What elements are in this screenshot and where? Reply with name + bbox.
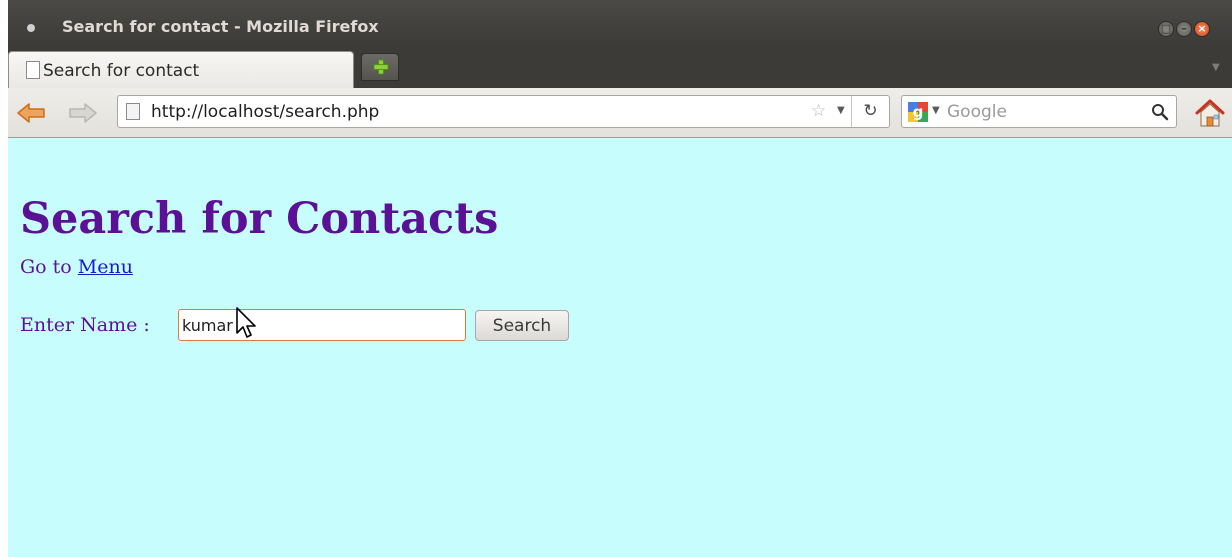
close-button[interactable]: × (1194, 21, 1210, 37)
minimize-button[interactable]: – (1176, 21, 1192, 37)
close-icon: × (1197, 22, 1207, 35)
enter-name-label: Enter Name : (20, 314, 150, 336)
url-history-dropdown-icon[interactable]: ▼ (837, 105, 845, 116)
back-arrow-icon[interactable] (16, 102, 46, 124)
goto-line: Go to Menu (20, 256, 133, 278)
home-icon[interactable] (1194, 98, 1226, 128)
menu-link[interactable]: Menu (78, 256, 133, 278)
svg-text:g: g (913, 103, 924, 121)
maximize-icon: □ (1160, 22, 1172, 35)
page-content: Search for Contacts Go to Menu Enter Nam… (8, 138, 1232, 557)
url-text[interactable]: http://localhost/search.php (151, 102, 379, 122)
window-title: Search for contact - Mozilla Firefox (62, 17, 379, 36)
tab-label: Search for contact (43, 61, 200, 81)
name-input[interactable] (178, 309, 466, 341)
forward-arrow-icon[interactable] (68, 102, 98, 124)
magnifier-icon[interactable] (1151, 103, 1169, 121)
tab-list-arrow-icon[interactable]: ▼ (1212, 62, 1220, 73)
plus-icon (373, 59, 389, 75)
bookmark-star-icon[interactable]: ☆ (811, 101, 826, 121)
search-bar[interactable]: g ▼ Google (901, 95, 1177, 128)
maximize-button[interactable]: □ (1158, 21, 1174, 37)
url-bar[interactable]: http://localhost/search.php ☆ ▼ ↻ (117, 95, 890, 128)
tab-strip: Search for contact ▼ (8, 46, 1232, 88)
reload-icon[interactable]: ↻ (851, 96, 889, 127)
title-bar: Search for contact - Mozilla Firefox □ –… (8, 0, 1232, 46)
navigation-bar: http://localhost/search.php ☆ ▼ ↻ g ▼ Go… (8, 88, 1232, 138)
new-tab-button[interactable] (361, 53, 399, 81)
google-icon[interactable]: g (908, 102, 928, 122)
page-icon (126, 103, 140, 120)
mouse-cursor-icon (236, 307, 256, 338)
search-form: Enter Name : Search (20, 309, 720, 343)
search-engine-dropdown-icon[interactable]: ▼ (932, 105, 940, 116)
tab-search-for-contact[interactable]: Search for contact (8, 51, 354, 88)
minimize-icon: – (1181, 22, 1187, 35)
search-placeholder[interactable]: Google (947, 102, 1007, 122)
search-button[interactable]: Search (475, 310, 569, 341)
goto-prefix: Go to (20, 256, 72, 278)
window-menu-dot-icon[interactable] (27, 24, 35, 32)
browser-window: Search for contact - Mozilla Firefox □ –… (8, 0, 1232, 557)
page-title: Search for Contacts (20, 194, 499, 244)
page-icon (26, 61, 40, 79)
